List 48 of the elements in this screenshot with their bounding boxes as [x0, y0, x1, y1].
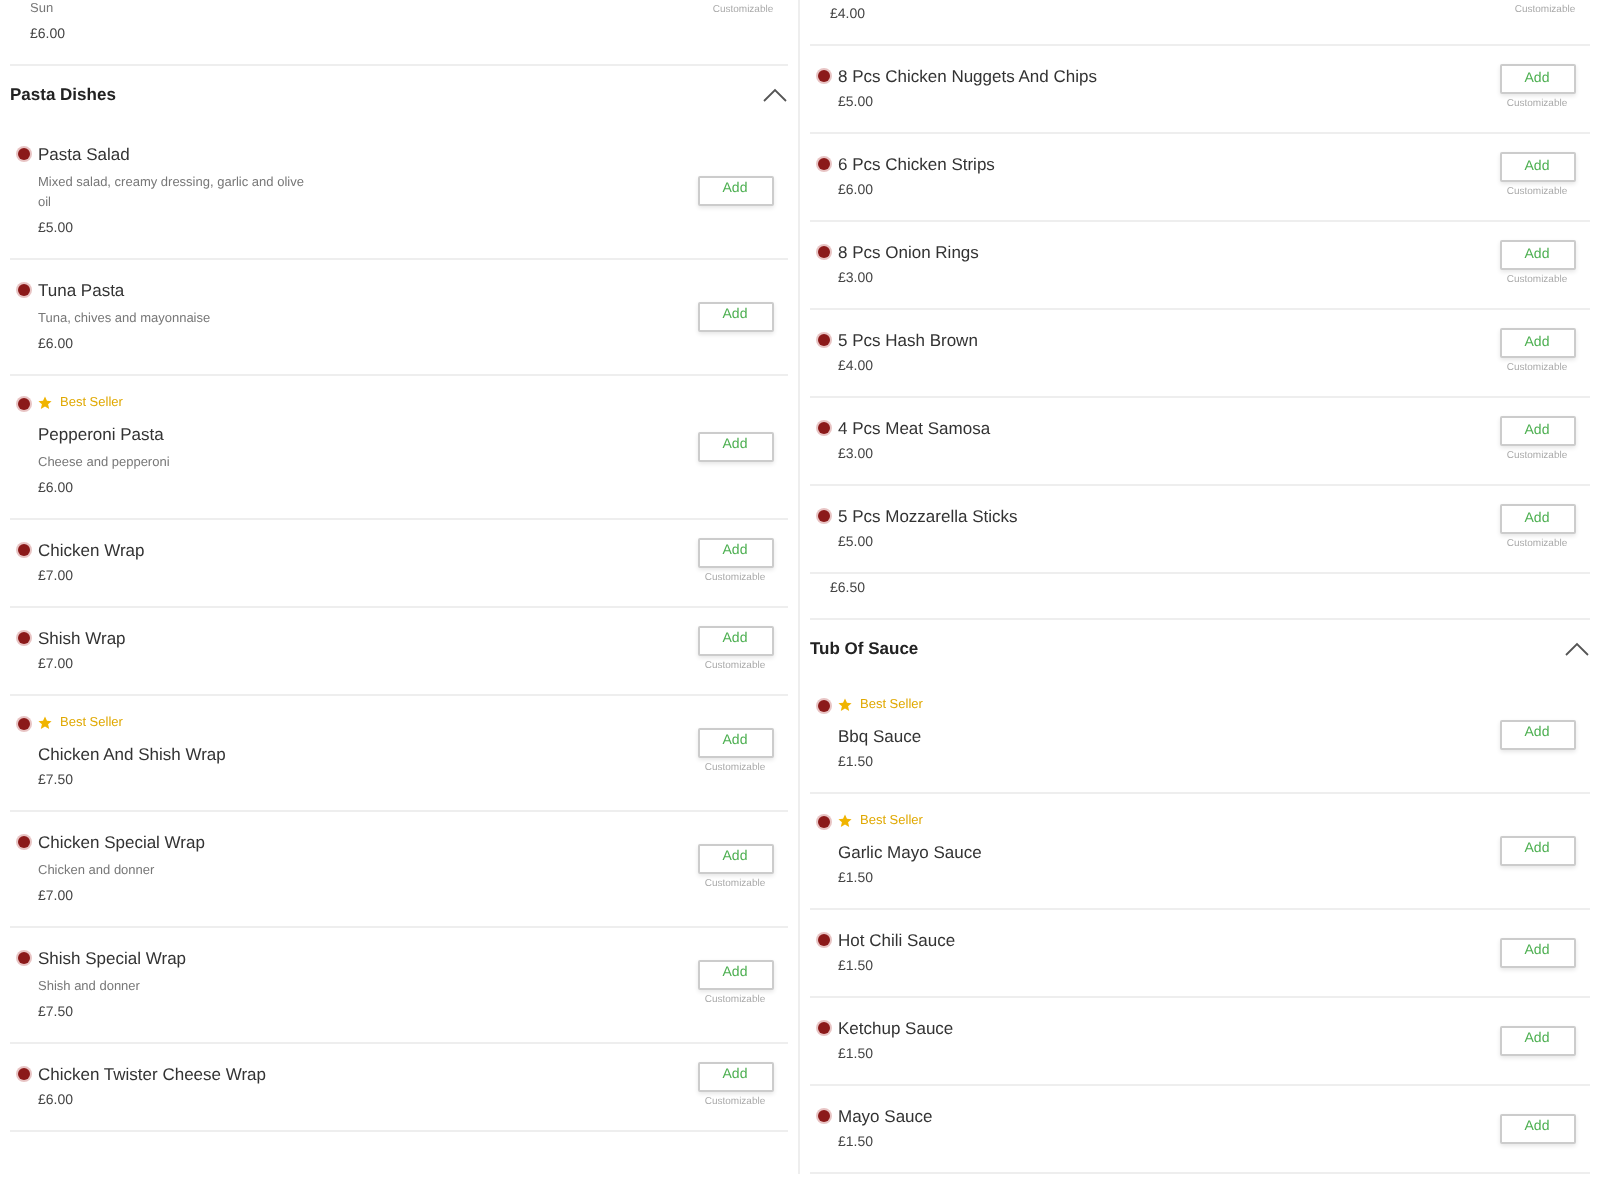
item-name: Shish Wrap	[38, 625, 126, 650]
non-veg-dot-icon	[818, 933, 830, 946]
item-name: Pasta Salad	[38, 141, 130, 166]
non-veg-dot-icon	[818, 246, 830, 258]
item-name: Chicken Special Wrap	[38, 829, 205, 854]
item-name: Garlic Mayo Sauce	[838, 839, 982, 864]
item-name: Mayo Sauce	[838, 1103, 933, 1128]
item-name: Chicken And Shish Wrap	[38, 741, 226, 766]
non-veg-dot-icon	[818, 699, 830, 712]
chevron-up-icon[interactable]	[762, 87, 788, 102]
section-title: Pasta Dishes	[10, 82, 116, 108]
non-veg-dot-icon	[818, 334, 830, 346]
item-name: 5 Pcs Mozzarella Sticks	[838, 504, 1018, 528]
non-veg-dot-icon	[818, 158, 830, 170]
non-veg-dot-icon	[18, 283, 30, 296]
item-name: Chicken Wrap	[38, 537, 145, 562]
non-veg-dot-icon	[18, 1067, 30, 1080]
item-name: Bbq Sauce	[838, 723, 923, 748]
non-veg-dot-icon	[818, 510, 830, 522]
non-veg-dot-icon	[818, 1109, 830, 1122]
section-title: Tub Of Sauce	[810, 636, 919, 662]
item-name: Tuna Pasta	[38, 277, 125, 302]
chevron-up-icon[interactable]	[1564, 641, 1590, 656]
item-name: Ketchup Sauce	[838, 1015, 954, 1040]
item-name: Shish Special Wrap	[38, 945, 187, 970]
non-veg-dot-icon	[18, 631, 30, 644]
star-icon	[838, 698, 852, 713]
non-veg-dot-icon	[18, 543, 30, 556]
star-icon	[38, 396, 52, 411]
item-name: Hot Chili Sauce	[838, 927, 956, 952]
item-name: 8 Pcs Onion Rings	[838, 240, 979, 264]
non-veg-dot-icon	[18, 835, 30, 848]
non-veg-dot-icon	[818, 422, 830, 434]
non-veg-dot-icon	[18, 397, 30, 410]
item-name: Pepperoni Pasta	[38, 421, 166, 446]
non-veg-dot-icon	[18, 717, 30, 730]
non-veg-dot-icon	[818, 1021, 830, 1034]
item-name: 4 Pcs Meat Samosa	[838, 416, 991, 440]
non-veg-dot-icon	[818, 70, 830, 82]
item-name: 6 Pcs Chicken Strips	[838, 152, 995, 176]
item-name: 5 Pcs Hash Brown	[838, 328, 978, 352]
star-icon	[38, 716, 52, 731]
item-name: Chicken Twister Cheese Wrap	[38, 1061, 267, 1086]
non-veg-dot-icon	[18, 951, 30, 964]
non-veg-dot-icon	[818, 815, 830, 828]
item-name: 8 Pcs Chicken Nuggets And Chips	[838, 64, 1097, 88]
star-icon	[838, 814, 852, 829]
non-veg-dot-icon	[18, 147, 30, 160]
